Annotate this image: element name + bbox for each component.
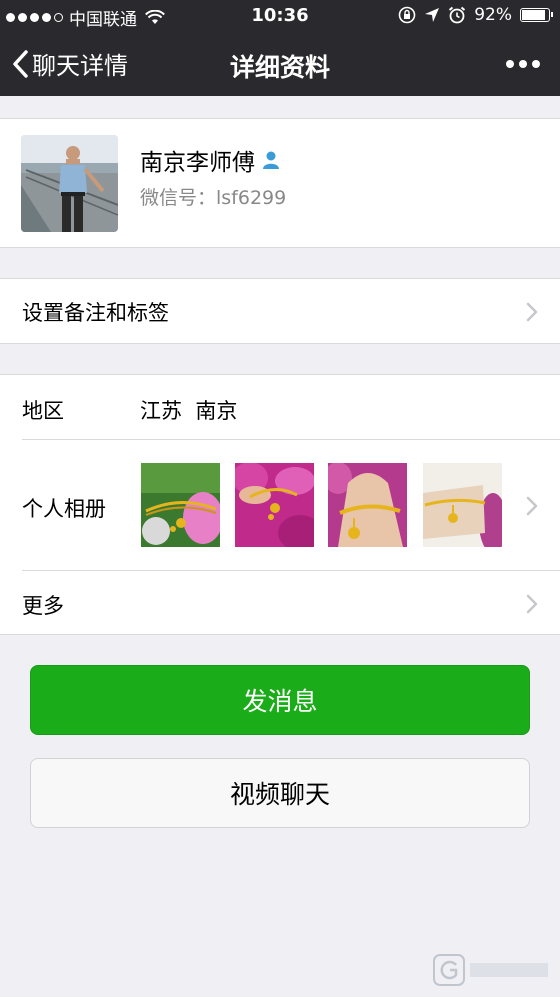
battery-percent: 92% [474, 5, 512, 25]
orientation-lock-icon [398, 6, 416, 24]
album-photo[interactable] [235, 463, 314, 547]
top-bar: 中国联通 10:36 92% 聊天详情 详细资料 [0, 0, 560, 96]
page-title: 详细资料 [229, 53, 330, 82]
more-label: 更多 [22, 594, 64, 618]
avatar[interactable] [21, 135, 118, 232]
more-dot [532, 60, 540, 68]
location-icon [425, 8, 440, 22]
chevron-right-icon [526, 594, 538, 614]
divider [22, 570, 560, 571]
video-call-button[interactable]: 视频聊天 [30, 758, 530, 828]
chevron-right-icon [526, 302, 538, 322]
region-label: 地区 [22, 399, 64, 423]
divider [22, 439, 560, 440]
album-photo[interactable] [141, 463, 220, 547]
region-value: 江苏 南京 [140, 399, 238, 423]
album-photo[interactable] [423, 463, 502, 547]
more-dot [519, 60, 527, 68]
chevron-right-icon [526, 496, 538, 516]
album-label: 个人相册 [22, 497, 106, 521]
alarm-icon [449, 6, 466, 24]
set-remark-label: 设置备注和标签 [22, 301, 169, 325]
battery-fill [522, 10, 545, 20]
navigation-bar: 聊天详情 详细资料 [0, 32, 560, 96]
send-message-button[interactable]: 发消息 [30, 665, 530, 735]
info-card: 地区 江苏 南京 个人相册 更多 [0, 374, 560, 635]
more-options-button[interactable] [506, 60, 540, 68]
contact-name-row: 南京李师傅 [140, 143, 281, 177]
avatar-photo [21, 135, 118, 232]
wechat-id: 微信号：lsf6299 [140, 187, 287, 209]
album-photo[interactable] [328, 463, 407, 547]
contact-name: 南京李师傅 [140, 150, 255, 176]
status-right: 92% [398, 5, 553, 25]
profile-card: 南京李师傅 微信号：lsf6299 [0, 118, 560, 248]
battery-icon [520, 8, 553, 22]
status-bar: 中国联通 10:36 92% [0, 0, 560, 32]
set-remark-row[interactable]: 设置备注和标签 [0, 278, 560, 344]
more-dot [506, 60, 514, 68]
contact-gender-icon [263, 151, 279, 169]
watermark-logo [432, 953, 552, 989]
